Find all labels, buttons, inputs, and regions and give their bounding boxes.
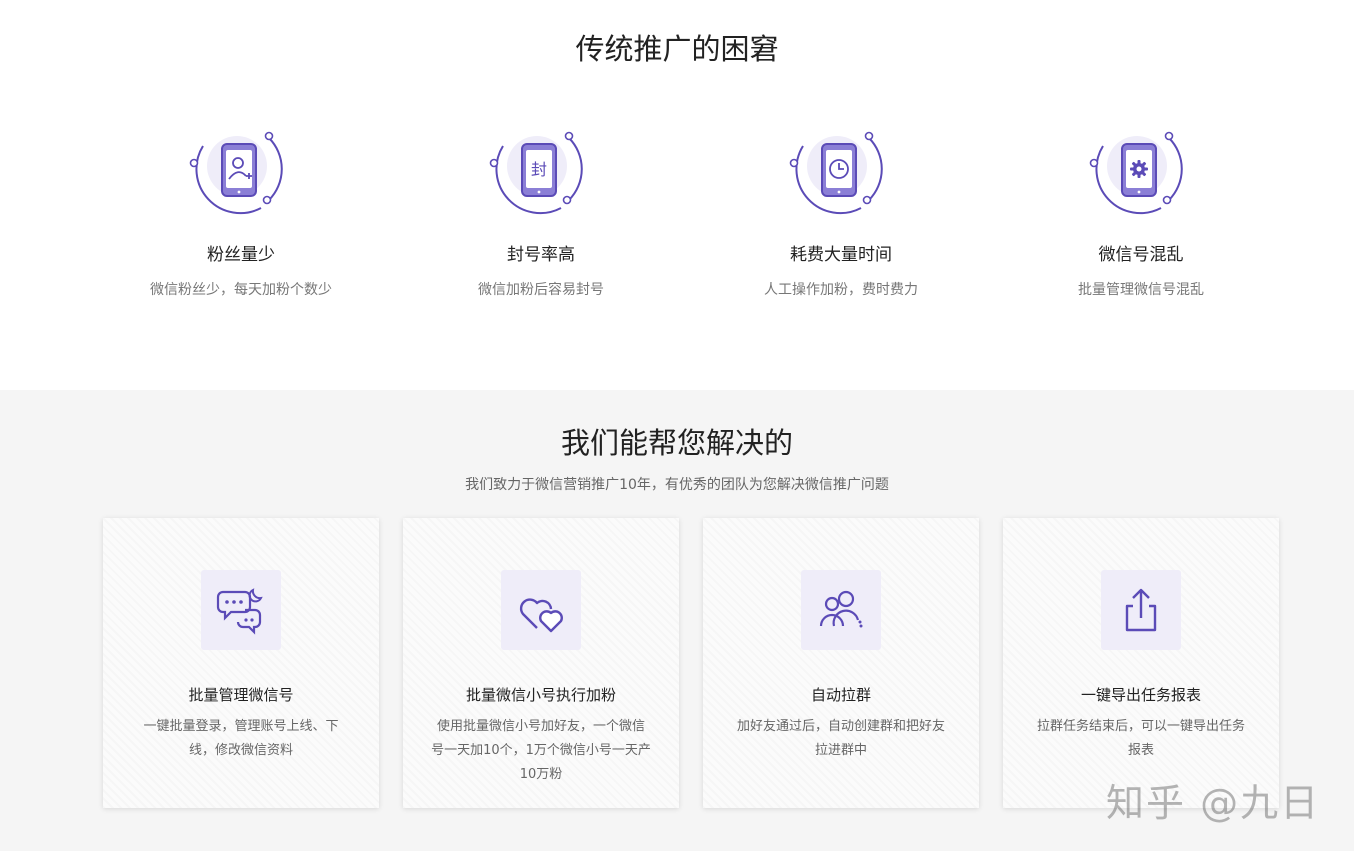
pain-item-chaos: 微信号混乱 批量管理微信号混乱 xyxy=(1001,118,1281,299)
solution-card-batch-add-fans[interactable]: 批量微信小号执行加粉 使用批量微信小号加好友，一个微信号一天加10个，1万个微信… xyxy=(403,518,679,808)
users-group-icon xyxy=(801,570,881,650)
pain-item-label: 微信号混乱 xyxy=(1098,245,1184,265)
chat-bubbles-icon xyxy=(201,570,281,650)
solution-card-export-report[interactable]: 一键导出任务报表 拉群任务结束后，可以一键导出任务报表 xyxy=(1003,518,1279,808)
pain-section-title: 传统推广的困窘 xyxy=(575,32,779,66)
solution-card-title: 一键导出任务报表 xyxy=(1080,686,1201,704)
pain-item-ban: 封 封号率高 微信加粉后容易封号 xyxy=(401,118,681,299)
pain-item-desc: 人工操作加粉，费时费力 xyxy=(764,282,918,298)
pain-item-label: 耗费大量时间 xyxy=(790,245,892,265)
pain-item-desc: 批量管理微信号混乱 xyxy=(1078,282,1204,298)
solution-card-desc: 一键批量登录，管理账号上线、下线，修改微信资料 xyxy=(143,719,339,758)
ban-phone-icon: 封 xyxy=(489,118,593,222)
gear-phone-icon xyxy=(1089,118,1193,222)
pain-item-label: 粉丝量少 xyxy=(207,245,275,265)
solution-card-title: 自动拉群 xyxy=(810,686,871,704)
solution-subtitle: 我们致力于微信营销推广10年，有优秀的团队为您解决微信推广问题 xyxy=(465,477,889,493)
solution-card-title: 批量管理微信号 xyxy=(188,686,294,704)
hearts-icon xyxy=(501,570,581,650)
solution-card-auto-group[interactable]: 自动拉群 加好友通过后，自动创建群和把好友拉进群中 xyxy=(703,518,979,808)
user-add-phone-icon xyxy=(189,118,293,222)
pain-item-time: 耗费大量时间 人工操作加粉，费时费力 xyxy=(701,118,981,299)
solution-card-batch-manage[interactable]: 批量管理微信号 一键批量登录，管理账号上线、下线，修改微信资料 xyxy=(103,518,379,808)
solution-card-desc: 使用批量微信小号加好友，一个微信号一天加10个，1万个微信小号一天产10万粉 xyxy=(431,719,651,782)
solution-section-title: 我们能帮您解决的 xyxy=(560,426,793,460)
solution-card-desc: 加好友通过后，自动创建群和把好友拉进群中 xyxy=(736,719,945,758)
pain-section: 传统推广的困窘 粉丝量少 微信粉丝少，每天加粉个数少 封 封号率高 微信加粉后容… xyxy=(0,0,1354,390)
solution-card-desc: 拉群任务结束后，可以一键导出任务报表 xyxy=(1036,719,1245,758)
clock-phone-icon xyxy=(789,118,893,222)
solution-card-title: 批量微信小号执行加粉 xyxy=(465,686,616,704)
pain-item-fans: 粉丝量少 微信粉丝少，每天加粉个数少 xyxy=(101,118,381,299)
pain-item-desc: 微信粉丝少，每天加粉个数少 xyxy=(150,282,332,298)
pain-item-desc: 微信加粉后容易封号 xyxy=(478,282,604,298)
pain-item-label: 封号率高 xyxy=(507,245,575,265)
ban-glyph: 封 xyxy=(531,160,547,179)
export-share-icon xyxy=(1101,570,1181,650)
zhihu-watermark: 知乎 @九日 xyxy=(1106,781,1321,825)
